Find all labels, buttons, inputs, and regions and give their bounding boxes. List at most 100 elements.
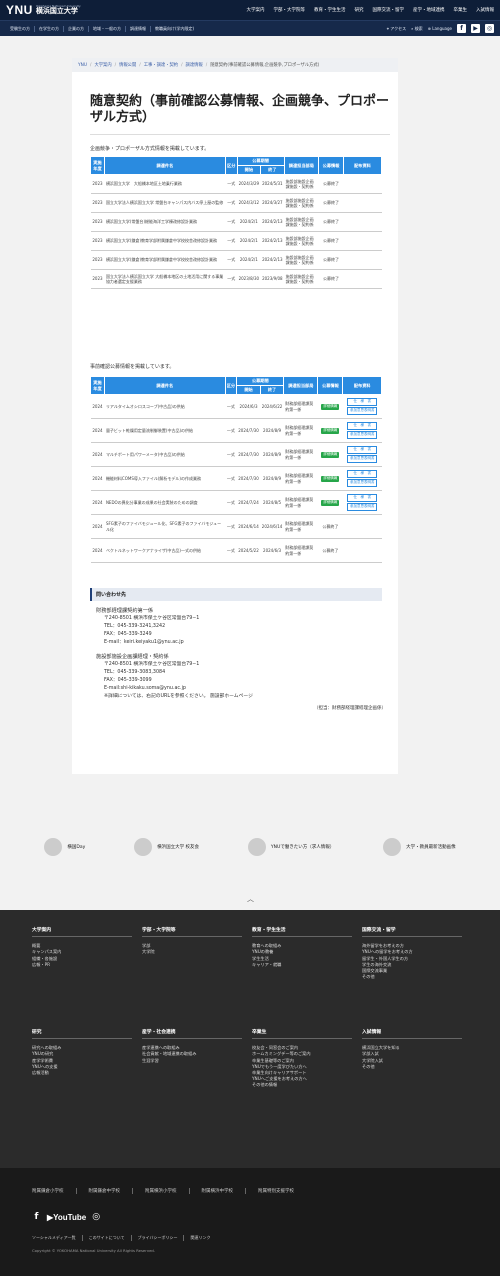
footer-link[interactable]: その他 — [362, 1064, 462, 1070]
access-link[interactable]: ⌖ アクセス — [387, 26, 406, 32]
footer-column: 卒業生 校友会・同窓会のご案内 ホームカミングデー等のご案内 卒業生基礎等のご案内 YN… — [252, 1030, 352, 1089]
global-nav-item[interactable]: 大学案内 — [247, 7, 265, 13]
footer-link[interactable]: 大学院 — [142, 949, 242, 955]
apply-form-button[interactable]: 参加意思表明書 — [347, 431, 377, 440]
subnav-item[interactable]: 企業の方 — [64, 25, 89, 32]
subnav-item[interactable]: 調達情報 — [126, 25, 151, 32]
footer-bottom-link[interactable]: 関連リンク — [184, 1235, 216, 1241]
footer-heading[interactable]: 卒業生 — [252, 1030, 352, 1040]
table-cell: 一式 — [225, 394, 237, 419]
footer-link[interactable]: その他の情報 — [252, 1082, 352, 1088]
spec-download-button[interactable]: 仕 様 書 — [347, 493, 377, 502]
footer-link[interactable]: キャリア・就職 — [252, 962, 352, 968]
spec-download-button[interactable]: 仕 様 書 — [347, 445, 377, 454]
table-cell-empty — [343, 269, 382, 289]
detail-badge[interactable]: 詳細情報 — [321, 451, 340, 458]
instagram-icon[interactable]: ◎ — [92, 1212, 100, 1222]
table-cell: NEDOの異化分事業の成果の社会実装のための調査 — [104, 490, 226, 515]
instagram-icon[interactable]: ◎ — [485, 24, 494, 33]
school-link[interactable]: 附属特別支援学校 — [246, 1188, 306, 1194]
table-cell: 2024/2/13 — [260, 250, 285, 270]
table-cell-empty — [343, 212, 382, 232]
footer-heading[interactable]: 入試情報 — [362, 1030, 462, 1040]
spec-download-button[interactable]: 仕 様 書 — [347, 421, 377, 430]
spec-download-button[interactable]: 仕 様 書 — [347, 397, 377, 406]
footer-heading[interactable]: 研究 — [32, 1030, 132, 1040]
footer-column: 大学案内 概要 キャンパス案内 組織・各施設 広報・PR — [32, 928, 132, 968]
copyright: Copyright © YOKOHAMA National University… — [32, 1248, 156, 1253]
footer-heading[interactable]: 教育・学生生活 — [252, 928, 352, 938]
global-nav-item[interactable]: 学部・大学院等 — [274, 7, 306, 13]
global-nav-item[interactable]: 国際交流・留学 — [373, 7, 405, 13]
table-cell: 施設部施設企画課施設・契約係 — [284, 269, 319, 289]
global-nav-item[interactable]: 卒業生 — [454, 7, 468, 13]
footer-link[interactable]: 広報・PR — [32, 962, 132, 968]
global-nav-item[interactable]: 入試情報 — [476, 7, 494, 13]
banner-icon — [44, 838, 63, 856]
spec-download-button[interactable]: 仕 様 書 — [347, 469, 377, 478]
school-link[interactable]: 附属横浜中学校 — [190, 1188, 246, 1194]
banner-link[interactable]: 横浜国立大学 校友会 — [134, 838, 199, 856]
footer-bottom-link[interactable]: プライバシーポリシー — [132, 1235, 185, 1241]
youtube-icon[interactable]: ▶ — [471, 24, 480, 33]
footer-column: 学部・大学院等 学部 大学院 — [142, 928, 242, 956]
global-nav-item[interactable]: 研究 — [355, 7, 364, 13]
table-cell: 2024/2/13 — [260, 212, 285, 232]
table-cell: 2024/2/1 — [237, 231, 261, 251]
table-row: 2023 国立大学法人横浜国立大学 大船橋本地区の土地活用に関する事業協力者選定支… — [90, 269, 382, 289]
contact-title: 問い合わせ先 — [90, 588, 382, 601]
banner-link[interactable]: 横国Day — [44, 838, 85, 856]
apply-form-button[interactable]: 参加意思表明書 — [347, 455, 377, 464]
search-link[interactable]: ⌕ 検索 — [411, 26, 423, 32]
table-cell-empty — [343, 231, 382, 251]
facebook-icon[interactable]: f — [32, 1212, 41, 1222]
apply-form-button[interactable]: 参加意思表明書 — [347, 407, 377, 416]
school-link[interactable]: 附属鎌倉中学校 — [77, 1188, 133, 1194]
footer-bottom-link[interactable]: このサイトについて — [83, 1235, 132, 1241]
banner-link[interactable]: YNUで働きたい方（求人情報） — [247, 838, 334, 856]
footer-heading[interactable]: 産学・社会連携 — [142, 1030, 242, 1040]
detail-badge[interactable]: 詳細情報 — [321, 475, 340, 482]
footer-link[interactable]: その他 — [362, 974, 462, 980]
breadcrumb-separator: / — [139, 62, 141, 68]
subnav-item[interactable]: 在学生の方 — [35, 25, 64, 32]
facebook-icon[interactable]: f — [457, 24, 466, 33]
footer-link[interactable]: 広報活動 — [32, 1070, 132, 1076]
table-cell: 公募終了 — [318, 269, 344, 289]
breadcrumb-item[interactable]: 調達情報 — [186, 62, 203, 68]
table-cell: 2024/6/3 — [236, 394, 261, 419]
global-nav-item[interactable]: 教育・学生生活 — [314, 7, 346, 13]
contact-block-facilities: 施設部施設企画課経理・契約係 〒240-8501 横浜市保土ケ谷区常盤台79−1… — [90, 653, 382, 701]
detail-badge[interactable]: 詳細情報 — [321, 427, 340, 434]
global-nav-item[interactable]: 産学・地域連携 — [413, 7, 445, 13]
table-cell: 2023/8/30 — [237, 269, 261, 289]
site-logo[interactable]: YNU Yokohama National University 横浜国立大学 — [6, 3, 81, 17]
school-link[interactable]: 附属横浜小学校 — [133, 1188, 190, 1194]
footer-bottom-link[interactable]: ソーシャルメディア一覧 — [32, 1235, 83, 1241]
apply-form-button[interactable]: 参加意思表明書 — [347, 479, 377, 488]
table-cell: 一式 — [225, 193, 238, 213]
banner-label: 横国Day — [67, 845, 86, 850]
subnav-item[interactable]: 教職員向け(学内限定) — [151, 26, 198, 32]
breadcrumb-item[interactable]: 情報公開 — [119, 62, 136, 68]
subnav-item[interactable]: 地域・一般の方 — [89, 25, 126, 32]
banner-link[interactable]: 大学・教員最新活動画像 — [383, 838, 456, 856]
table-cell: 財務部経理課契約第一係 — [283, 394, 318, 419]
breadcrumb-item[interactable]: 大学案内 — [94, 62, 111, 68]
chevron-up-icon[interactable]: ︿ — [247, 894, 254, 904]
subnav-item[interactable]: 受験生の方 — [6, 25, 35, 32]
apply-form-button[interactable]: 参加意思表明書 — [347, 503, 377, 512]
language-link[interactable]: ⊕ Language — [428, 26, 452, 31]
footer-heading[interactable]: 国際交流・留学 — [362, 928, 462, 938]
detail-badge[interactable]: 詳細情報 — [321, 403, 340, 410]
breadcrumb-item[interactable]: 工事・調達・契約 — [144, 62, 178, 68]
breadcrumb-item[interactable]: YNU — [78, 63, 87, 68]
footer-heading[interactable]: 学部・大学院等 — [142, 928, 242, 938]
site-header: YNU Yokohama National University 横浜国立大学 大… — [0, 0, 500, 20]
footer-heading[interactable]: 大学案内 — [32, 928, 132, 938]
detail-badge[interactable]: 詳細情報 — [321, 499, 340, 506]
youtube-icon[interactable]: ▶YouTube — [47, 1213, 86, 1222]
table-row: 2024 SFG素子のファイバモジュール化、SFG素子のファイバモジュール化 一式 2… — [90, 514, 382, 539]
footer-link[interactable]: 生涯学習 — [142, 1058, 242, 1064]
school-link[interactable]: 附属鎌倉小学校 — [32, 1188, 77, 1194]
